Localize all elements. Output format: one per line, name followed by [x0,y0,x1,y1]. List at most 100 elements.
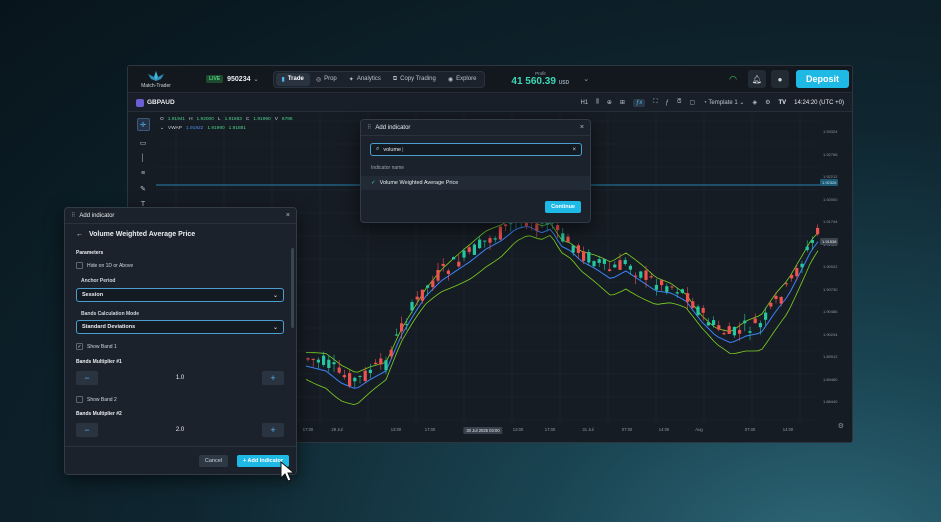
indicators-icon[interactable]: ƒx [632,98,646,107]
candle-body [582,251,586,261]
mult2-stepper[interactable]: − 2.0 + [76,421,284,438]
candle-body [613,264,617,268]
price-tick: 1.90730 [823,286,838,292]
candle-body [810,240,814,243]
symbol-selector[interactable]: GBPAUD [136,98,175,107]
plus-button[interactable]: + [262,422,284,437]
price-marker-badge: 1.91538 [820,238,839,245]
show-band1-checkbox[interactable]: ✓ Show Band 1 [76,343,117,350]
candle-body [488,238,492,243]
collapse-chevron-icon[interactable]: ⌄ [160,126,164,131]
close-icon[interactable]: × [286,212,290,219]
tab-prop[interactable]: ◎ Prop [310,73,343,86]
settings-icon[interactable]: ⚙ [765,99,770,106]
cancel-button[interactable]: Cancel [198,455,228,467]
candle-body [353,377,357,382]
time-tick: 17:00 [544,427,556,432]
hide-1d-checkbox[interactable]: Hide on 1D or Above [76,262,133,269]
candle-body [389,349,393,357]
candle-body [722,333,726,335]
price-axis[interactable]: 1.933241.927681.922121.920001.917441.913… [820,113,852,423]
candle-body [420,289,424,301]
candle-body [738,329,742,334]
tab-analytics[interactable]: ✦ Analytics [343,73,387,86]
brand-name: Match-Trader [141,82,171,89]
mult1-stepper[interactable]: − 1.0 + [76,369,284,386]
candle-body [748,331,752,333]
time-tick: 07:00 [744,427,756,432]
candle-body [805,246,809,251]
crosshair-icon[interactable]: ✛ [136,118,150,131]
vwap-legend[interactable]: ⌄ VWAP 1.91922 1.91990 1.91881 [160,126,246,131]
time-tick: 13:00 [390,427,402,432]
brand-logo[interactable]: Match-Trader [134,70,178,89]
plus-button[interactable]: + [262,370,284,385]
tab-trade[interactable]: ▮ Trade [275,72,310,86]
vertical-line-icon[interactable]: │ [141,155,145,162]
lines-icon[interactable]: ≡ [141,170,145,177]
candle-body [784,283,788,285]
candle-body [639,271,643,278]
candle-body [504,224,508,227]
back-button[interactable]: ← Volume Weighted Average Price [76,231,195,238]
template-selector[interactable]: ◔ Template 1 ⌄ [703,99,744,106]
fullscreen-icon[interactable]: ⛶ [653,99,657,106]
candle-body [670,286,674,288]
template-icon: ◔ [703,100,707,106]
tab-copy-trading[interactable]: ⧉ Copy Trading [387,73,442,86]
anchor-period-label: Anchor Period [81,278,116,284]
candle-body [732,327,736,336]
bands-mode-select[interactable]: Standard Deviations ⌄ [76,320,284,334]
profit-chevron-icon[interactable]: ⌄ [583,75,589,83]
indicator-result-item[interactable]: ✓ Volume Weighted Average Price [361,176,590,190]
mult1-label: Bands Multiplier #1 [76,359,122,365]
candle-body [405,324,409,326]
candle-body [337,367,341,373]
layers-icon[interactable]: ◈ [752,99,757,106]
indicator-search-input[interactable]: ⌕ volume | × [370,143,582,156]
candle-type-icon[interactable]: ⫼ [596,99,599,106]
minus-button[interactable]: − [76,370,98,385]
account-selector[interactable]: LIVE 950234 ⌄ [206,75,259,83]
candle-body [644,270,648,280]
candle-body [394,334,398,336]
drag-handle-icon[interactable]: ⠿ [71,212,75,219]
square-icon[interactable]: ▢ [690,99,696,106]
candle-body [717,325,721,330]
candle-body [680,289,684,293]
alert-icon[interactable]: ⏰︎ [677,99,682,106]
candle-body [368,369,372,374]
candle-body [384,360,388,371]
zoom-icon[interactable]: ⊕ [607,99,612,106]
wifi-icon: ◠ [729,73,737,84]
candle-body [509,223,513,225]
timeframe-button[interactable]: H1 [580,100,588,106]
candle-body [415,296,419,300]
pencil-icon[interactable]: ✎ [140,185,146,193]
minus-button[interactable]: − [76,422,98,437]
bell-icon[interactable]: 🔔︎ [747,70,766,88]
candle-body [795,268,799,277]
fx-icon[interactable]: ƒ [666,100,669,106]
continue-button[interactable]: Continue [545,201,581,213]
tab-explore[interactable]: ◉ Explore [442,73,483,86]
candle-body [462,250,466,258]
candle-body [576,245,580,253]
chevron-down-icon: ⌄ [272,324,278,331]
compare-icon[interactable]: ⊞ [620,99,625,106]
deposit-button[interactable]: Deposit [795,70,849,88]
candle-body [686,293,690,302]
clear-icon[interactable]: × [572,147,576,153]
candle-body [649,276,653,278]
time-tick: 31 Jul [582,427,594,432]
rectangle-icon[interactable]: ▭ [140,139,147,147]
user-icon[interactable]: ● [770,70,789,88]
close-icon[interactable]: × [580,124,584,131]
chart-settings-gear-icon[interactable]: ⚙ [838,422,844,430]
drag-handle-icon[interactable]: ⠿ [367,124,371,131]
candle-body [327,359,331,368]
candle-body [342,375,346,378]
scrollbar[interactable] [291,248,294,328]
anchor-period-select[interactable]: Session ⌄ [76,288,284,302]
show-band2-checkbox[interactable]: Show Band 2 [76,396,117,403]
